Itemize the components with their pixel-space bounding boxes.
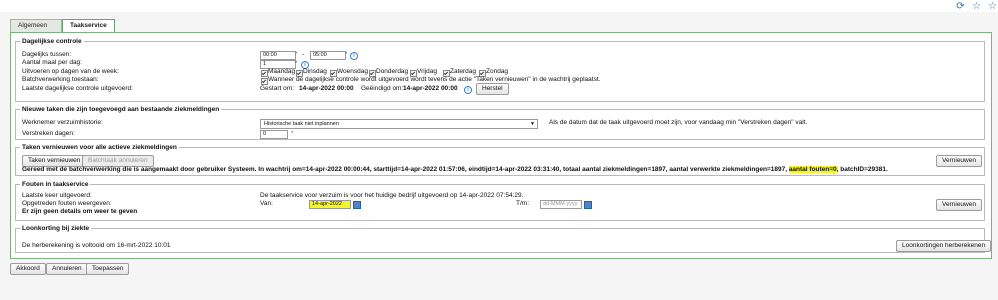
elapsed-days-input[interactable]: 0: [260, 130, 288, 139]
calendar-icon[interactable]: [584, 201, 592, 209]
favorites-icon[interactable]: ☆: [987, 1, 998, 12]
to-label: T/m:: [516, 200, 529, 207]
elapsed-days-label: Verstreken dagen:: [22, 130, 75, 137]
to-date-input[interactable]: dd-MMM-yyyy: [540, 200, 582, 209]
batch-status: Gereed met de batchverwerking die is aan…: [22, 166, 888, 174]
from-date-input[interactable]: 14-apr-2022: [309, 200, 351, 209]
ended-value: 14-apr-2022 00:00: [403, 85, 458, 92]
wage-reduction-section: Loonkorting bij ziekte De herberekening …: [15, 225, 992, 253]
batch-description: Wanneer de dagelijkse controle wordt uit…: [268, 76, 601, 83]
no-details-text: Er zijn geen details om weer te geven: [22, 208, 138, 215]
star-icon[interactable]: ☆: [971, 1, 982, 12]
refresh-icon[interactable]: ⟳: [955, 1, 966, 12]
batch-id-text: batchID=29381.: [838, 166, 888, 173]
history-hint: Als de datum dat de taak uitgevoerd moet…: [549, 119, 808, 126]
section-title: Taken vernieuwen voor alle actieve ziekm…: [22, 144, 177, 151]
recalc-status: De herberekening is voltooid om 16-mrt-2…: [22, 242, 171, 249]
ok-button[interactable]: Akkoord: [10, 263, 46, 275]
from-label: Van:: [260, 200, 273, 207]
started-value: 14-apr-2022 00:00: [299, 85, 354, 92]
day-label: Dinsdag: [303, 68, 327, 75]
section-title: Loonkorting bij ziekte: [22, 225, 90, 232]
section-title: Nieuwe taken die zijn toegevoegd aan bes…: [22, 106, 220, 113]
section-title: Dagelijkse controle: [22, 38, 82, 45]
last-check-label: Laatste dagelijkse controle uitgevoerd:: [22, 85, 133, 92]
ended-label: Geëindigd om:: [361, 85, 404, 92]
chevron-down-icon: ▼: [530, 121, 535, 127]
main-panel: Dagelijkse controle Dagelijks tussen: 00…: [10, 32, 992, 259]
refresh-button[interactable]: Vernieuwen: [936, 155, 982, 167]
required-marker: *: [345, 52, 348, 58]
started-label: Gestart om:: [260, 85, 294, 92]
day-label: Vrijdag: [417, 68, 437, 75]
calendar-icon[interactable]: [353, 201, 361, 209]
tab-taakservice[interactable]: Taakservice voor verzuim: [62, 19, 115, 53]
restart-button[interactable]: Herstel: [476, 83, 509, 95]
cancel-button[interactable]: Annuleren: [46, 263, 88, 275]
history-select-value: Historische taak niet inplannen: [264, 121, 339, 127]
new-tasks-section: Nieuwe taken die zijn toegevoegd aan bes…: [15, 106, 985, 140]
weekdays-label: Uitvoeren op dagen van de week:: [22, 68, 119, 75]
checkbox-monday[interactable]: [261, 70, 268, 77]
day-label: Maandag: [268, 68, 296, 75]
day-label: Donderdag: [376, 68, 409, 75]
required-marker: *: [295, 61, 298, 67]
times-label: Aantal maal per dag:: [22, 59, 82, 66]
day-label: Zaterdag: [450, 68, 477, 75]
daily-check-section: Dagelijkse controle Dagelijks tussen: 00…: [15, 38, 985, 102]
batch-status-text: Gereed met de batchverwerking die is aan…: [22, 166, 789, 173]
refresh-errors-button[interactable]: Vernieuwen: [936, 199, 982, 211]
info-icon[interactable]: i: [464, 86, 472, 94]
checkbox-batch[interactable]: [261, 78, 268, 85]
renew-tasks-section: Taken vernieuwen voor alle actieve ziekm…: [15, 144, 985, 176]
recalculate-button[interactable]: Loonkortingen herberekenen: [896, 240, 992, 252]
day-label: Zondag: [486, 68, 509, 75]
errors-section: Fouten in taakservice Laatste keer uitge…: [15, 181, 985, 221]
info-icon[interactable]: i: [350, 52, 358, 60]
history-label: Werknemer verzuimhistorie:: [22, 119, 103, 126]
last-run-label: Laatste keer uitgevoerd:: [22, 192, 92, 199]
dash: -: [302, 51, 305, 58]
error-count-highlight: aantal fouten=0,: [788, 166, 839, 173]
browser-toolbar: ⟳ ☆ ☆: [0, 0, 998, 12]
to-time-input[interactable]: 05:00: [310, 51, 346, 60]
last-run-value: De taakservice voor verzuim is voor het …: [260, 192, 524, 199]
batch-label: Batchverwerking toestaan:: [22, 76, 99, 83]
from-time-input[interactable]: 00:00: [260, 51, 296, 60]
required-marker: *: [291, 131, 294, 137]
required-marker: *: [295, 52, 298, 58]
history-select[interactable]: Historische taak niet inplannen ▼: [260, 119, 538, 129]
day-label: Woensdag: [337, 68, 368, 75]
tab-algemeen[interactable]: Algemeen: [10, 19, 62, 32]
section-title: Fouten in taakservice: [22, 181, 89, 188]
between-label: Dagelijks tussen:: [22, 51, 72, 58]
show-errors-label: Opgetreden fouten weergeven:: [22, 200, 112, 207]
apply-button[interactable]: Toepassen: [86, 263, 130, 275]
tab-label: Algemeen: [18, 22, 48, 29]
